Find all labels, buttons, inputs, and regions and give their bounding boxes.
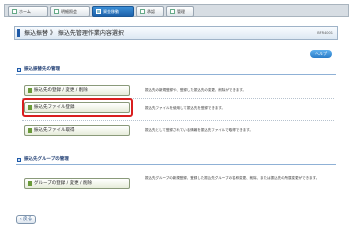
page-title-bar: 振込振替 》 振込先管理作業内容選択 BFR4001	[14, 26, 338, 40]
back-label: 戻る	[23, 217, 33, 222]
row-divider	[22, 120, 334, 121]
section-payee-title: 振込振替先の管理	[24, 67, 60, 72]
payee-file-download-button[interactable]: 振込先ファイル取得	[24, 125, 130, 136]
tab-statement-label: 明細照会	[61, 9, 77, 14]
tab-admin[interactable]: 管理	[166, 6, 194, 17]
transfer-icon	[96, 9, 101, 14]
help-button[interactable]: ヘルプ	[310, 50, 332, 58]
tab-admin-label: 管理	[177, 9, 185, 14]
global-nav: ホーム 明細照会 資金移動 承認 管理	[4, 4, 349, 17]
tab-approve[interactable]: 承認	[136, 6, 164, 17]
tab-approve-label: 承認	[147, 9, 155, 14]
section-marker-icon	[17, 158, 21, 162]
page-title: 振込振替 》 振込先管理作業内容選択	[24, 30, 124, 37]
screen-code: BFR4001	[317, 31, 333, 35]
section-marker-icon	[17, 68, 21, 72]
tab-home[interactable]: ホーム	[8, 6, 48, 17]
tab-transfer-label: 資金移動	[103, 9, 119, 14]
approve-icon	[140, 9, 145, 14]
group-register-button[interactable]: グループの登録 / 変更 / 削除	[24, 178, 130, 189]
section-group-title: 振込先グループの管理	[24, 157, 69, 162]
title-accent	[17, 29, 20, 37]
payee-file-download-desc: 振込先として登録されている情報を振込先ファイルで取得できます。	[145, 128, 253, 132]
tab-transfer[interactable]: 資金移動	[92, 6, 134, 17]
section-payee-header: 振込振替先の管理	[16, 66, 336, 75]
tab-statement[interactable]: 明細照会	[50, 6, 90, 17]
document-icon	[54, 9, 59, 14]
section-group-header: 振込先グループの管理	[16, 156, 336, 165]
home-icon	[12, 9, 17, 14]
group-register-desc: 振込先グループの新規登録、登録した振込先グループの名称変更、削除、または振込先の…	[145, 176, 320, 180]
payee-register-button[interactable]: 振込先の登録 / 変更 / 削除	[24, 85, 130, 96]
settings-icon	[170, 9, 175, 14]
back-button[interactable]: ‹ 戻る	[16, 215, 36, 224]
tab-home-label: ホーム	[19, 9, 31, 14]
payee-file-register-desc: 振込先ファイルを使用して振込先を登録できます。	[145, 106, 226, 110]
highlight-frame	[22, 98, 133, 117]
payee-register-desc: 振込先の新規登録や、登録した振込先の変更、削除ができます。	[145, 88, 247, 92]
